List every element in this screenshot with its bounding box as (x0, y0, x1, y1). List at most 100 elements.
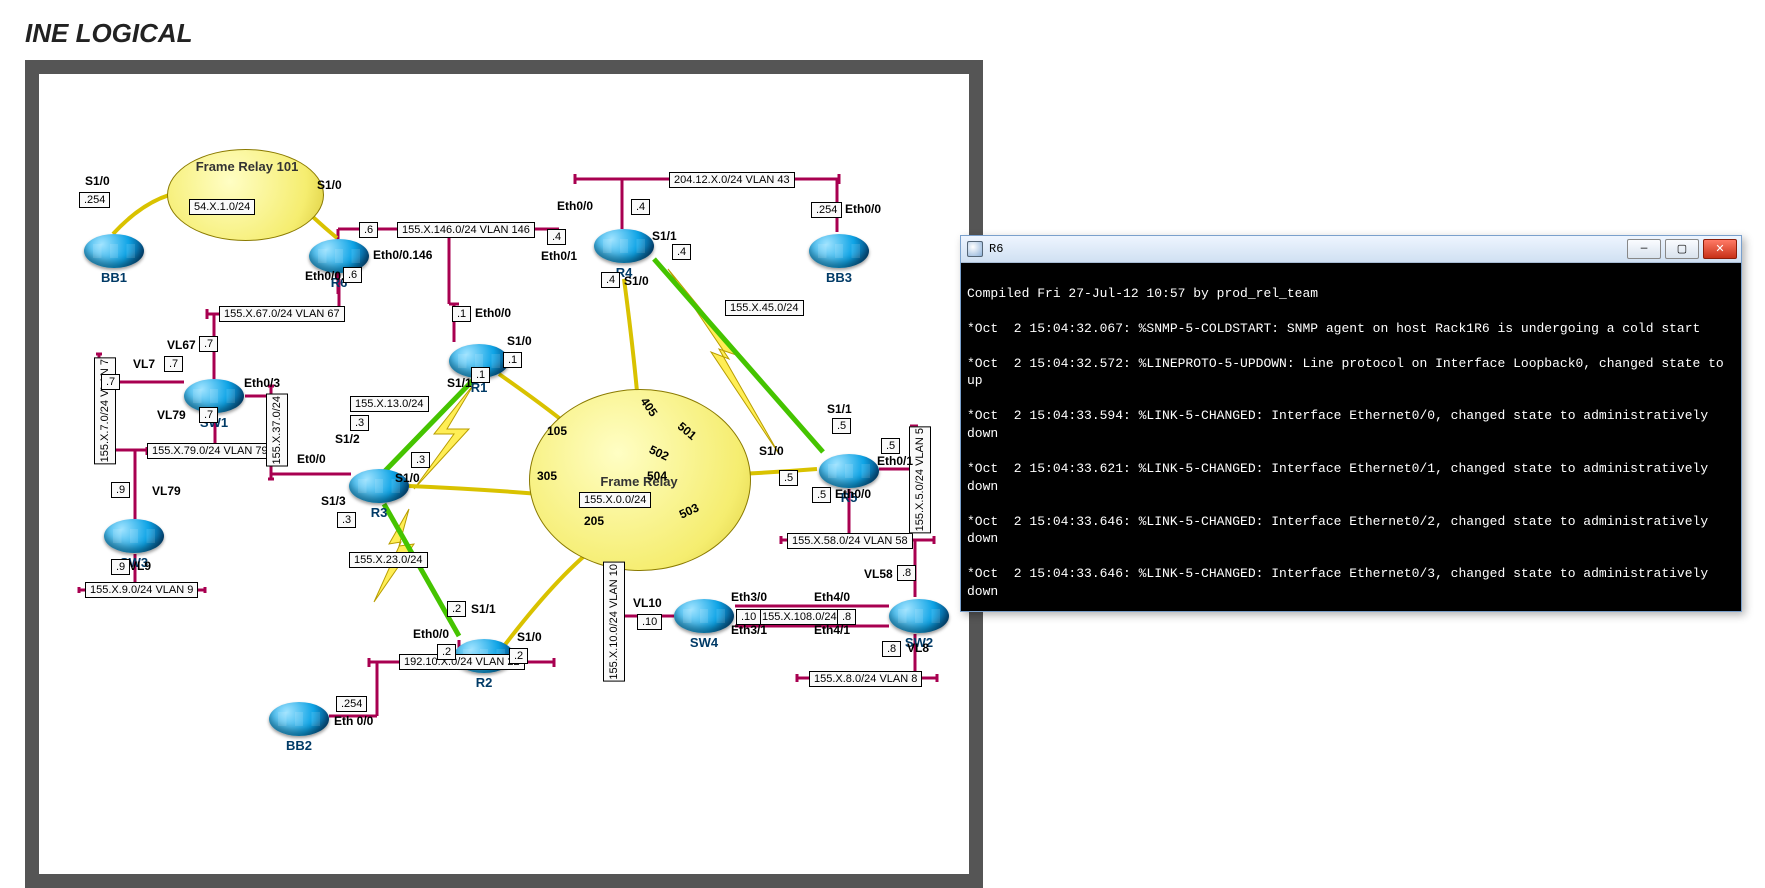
ip: .4 (601, 272, 620, 288)
subnet-s45: 155.X.45.0/24 (725, 300, 804, 316)
ip: .7 (164, 356, 183, 372)
router-r5[interactable]: R5 (819, 454, 879, 488)
if: Eth0/0 (413, 627, 449, 641)
subnet-v67: 155.X.67.0/24 VLAN 67 (219, 306, 345, 322)
router-r4[interactable]: R4 (594, 229, 654, 263)
term-line: *Oct 2 15:04:33.594: %LINK-5-CHANGED: In… (967, 407, 1735, 442)
topology-diagram: Frame Relay 101 54.X.1.0/24 Frame Relay … (39, 74, 969, 874)
if: Eth 0/0 (334, 714, 373, 728)
ip: .6 (359, 222, 378, 238)
ip: .9 (111, 559, 130, 575)
dlci: 205 (584, 514, 604, 528)
ip: .1 (452, 306, 471, 322)
router-bb1[interactable]: BB1 (84, 234, 144, 268)
window-close-button[interactable]: ✕ (1703, 239, 1737, 259)
if: S1/1 (827, 402, 852, 416)
term-line: *Oct 2 15:04:33.646: %LINK-5-CHANGED: In… (967, 513, 1735, 548)
if: S1/0 (517, 630, 542, 644)
if: Et0/0 (297, 452, 326, 466)
ip: .254 (811, 202, 842, 218)
if: VL7 (133, 357, 155, 371)
frame-relay-101-label: Frame Relay 101 (187, 159, 307, 174)
ip: .2 (437, 644, 456, 660)
if: VL58 (864, 567, 893, 581)
ip: .4 (631, 199, 650, 215)
ip: .254 (336, 696, 367, 712)
terminal-window-r6[interactable]: R6 — ▢ ✕ Compiled Fri 27-Jul-12 10:57 by… (960, 235, 1742, 612)
ip: .3 (337, 512, 356, 528)
ip: .7 (199, 336, 218, 352)
router-bb3[interactable]: BB3 (809, 234, 869, 268)
if: Eth4/0 (814, 590, 850, 604)
ip: .4 (672, 244, 691, 260)
terminal-titlebar[interactable]: R6 — ▢ ✕ (961, 236, 1741, 263)
if: VL8 (907, 641, 929, 655)
cloud1-subnet: 54.X.1.0/24 (189, 199, 255, 215)
ip: .3 (411, 452, 430, 468)
topology-viewer[interactable]: Frame Relay 101 54.X.1.0/24 Frame Relay … (25, 60, 983, 888)
if: S1/1 (471, 602, 496, 616)
ip: .5 (779, 470, 798, 486)
ip: .10 (736, 609, 761, 625)
ip: .7 (199, 407, 218, 423)
subnet-v5: 155.X.5.0/24 VLAN 5 (909, 426, 931, 533)
ip: .1 (471, 367, 490, 383)
term-line: Compiled Fri 27-Jul-12 10:57 by prod_rel… (967, 285, 1735, 303)
if: Eth0/0 (845, 202, 881, 216)
ip: .1 (503, 352, 522, 368)
window-minimize-button[interactable]: — (1627, 239, 1661, 259)
if: Eth3/1 (731, 623, 767, 637)
if: Eth0/1 (877, 454, 913, 468)
ip: .9 (111, 482, 130, 498)
dlci: 504 (647, 469, 667, 483)
router-bb2[interactable]: BB2 (269, 702, 329, 736)
if: S1/0 (759, 444, 784, 458)
switch-sw3[interactable]: SW3 (104, 519, 164, 553)
subnet-v8: 155.X.8.0/24 VLAN 8 (809, 671, 922, 687)
page-title: INE LOGICAL (25, 18, 193, 49)
window-maximize-button[interactable]: ▢ (1665, 239, 1699, 259)
term-line: *Oct 2 15:04:32.572: %LINEPROTO-5-UPDOWN… (967, 355, 1735, 390)
dlci: 105 (547, 424, 567, 438)
ip: .254 (79, 192, 110, 208)
if: VL79 (152, 484, 181, 498)
subnet-s37: 155.X.37.0/24 (266, 394, 288, 467)
if: VL10 (633, 596, 662, 610)
if: S1/2 (335, 432, 360, 446)
switch-sw4[interactable]: SW4 (674, 599, 734, 633)
if: VL9 (129, 559, 151, 573)
ip: .2 (509, 648, 528, 664)
if: S1/0 (507, 334, 532, 348)
subnet-v22: 192.10.X.0/24 VLAN 22 (399, 654, 525, 670)
subnet-v10: 155.X.10.0/24 VLAN 10 (603, 562, 625, 682)
terminal-title: R6 (989, 242, 1003, 256)
if: Eth0/0 (557, 199, 593, 213)
if: Eth0/0 (835, 487, 871, 501)
ip: .8 (882, 641, 901, 657)
ip: .6 (343, 267, 362, 283)
if: S1/0 (624, 274, 649, 288)
if: Eth3/0 (731, 590, 767, 604)
ip: .10 (637, 614, 662, 630)
putty-icon (967, 241, 983, 257)
ip: .8 (837, 609, 856, 625)
if: VL67 (167, 338, 196, 352)
ip: .2 (447, 601, 466, 617)
term-line: *Oct 2 15:04:32.067: %SNMP-5-COLDSTART: … (967, 320, 1735, 338)
ip: .7 (101, 374, 120, 390)
ip: .4 (547, 229, 566, 245)
subnet-v58: 155.X.58.0/24 VLAN 58 (787, 533, 913, 549)
term-line: *Oct 2 15:04:33.621: %LINK-5-CHANGED: In… (967, 460, 1735, 495)
terminal-output[interactable]: Compiled Fri 27-Jul-12 10:57 by prod_rel… (961, 263, 1741, 611)
if: Eth0/1 (541, 249, 577, 263)
term-line: *Oct 2 15:04:33.646: %LINK-5-CHANGED: In… (967, 565, 1735, 600)
ip: .8 (897, 565, 916, 581)
frame-relay-main-label: Frame Relay (574, 474, 704, 489)
if: Eth0/3 (244, 376, 280, 390)
switch-sw2[interactable]: SW2 (889, 599, 949, 633)
subnet-s23: 155.X.23.0/24 (349, 552, 428, 568)
if: Eth4/1 (814, 623, 850, 637)
if: Eth0/0.146 (373, 248, 432, 262)
if: S1/1 (447, 376, 472, 390)
if: S1/3 (321, 494, 346, 508)
